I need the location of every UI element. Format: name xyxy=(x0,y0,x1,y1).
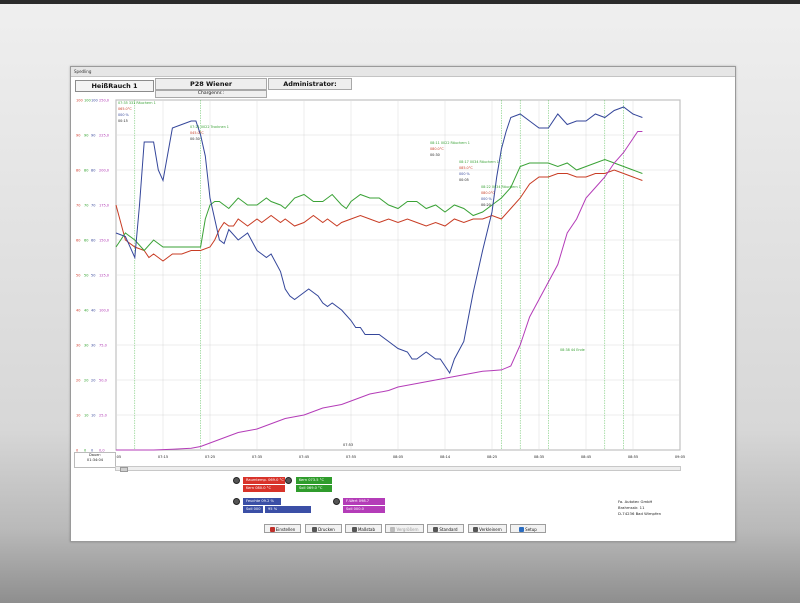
top-edge xyxy=(0,0,800,4)
indicator-toggle-button[interactable] xyxy=(233,477,240,484)
status-pill: Soll 000 % xyxy=(243,506,263,518)
button-icon xyxy=(519,527,525,532)
button-icon xyxy=(351,527,357,532)
company-city: D-74236 Bad Wimpfen xyxy=(618,511,662,516)
button-label: Drucken xyxy=(318,527,335,532)
button-icon xyxy=(390,527,396,532)
toolbar-button[interactable]: Setup xyxy=(510,524,546,533)
indicator-toggle-button[interactable] xyxy=(333,498,340,505)
status-pill: Kern 073.5 °C xyxy=(296,477,332,484)
toolbar-button[interactable]: Drucken xyxy=(305,524,342,533)
window-title-bar: Spedling xyxy=(71,67,735,77)
toolbar-button[interactable]: Verkleinern xyxy=(468,524,507,533)
button-icon xyxy=(269,527,275,532)
toolbar-button[interactable]: Standard xyxy=(427,524,464,533)
toolbar-button[interactable]: Vergrößern xyxy=(385,524,424,533)
button-label: Setup xyxy=(525,527,537,532)
button-icon xyxy=(433,527,439,532)
company-info: Fa. Autotec GmbH Brahmsstr. 11 D-74236 B… xyxy=(618,499,661,517)
duration-value: 01:34:04 xyxy=(86,458,104,462)
user-field[interactable]: Administrator: xyxy=(268,78,352,90)
button-label: Maßstab xyxy=(357,527,376,532)
indicator-toggle-button[interactable] xyxy=(285,477,292,484)
status-pill: Raumtemp. 069.0 °C xyxy=(243,477,285,484)
button-label: Verkleinern xyxy=(479,527,502,532)
scrollbar-thumb[interactable] xyxy=(120,467,128,472)
toolbar-button[interactable]: Einstellen xyxy=(264,524,301,533)
status-pill: Soll 069.0 °C xyxy=(296,485,332,492)
status-pill: Kern 080.0 °C xyxy=(243,485,285,492)
button-label: Standard xyxy=(439,527,458,532)
toolbar-button[interactable]: Maßstab xyxy=(345,524,382,533)
program-field: HeißRauch 1 xyxy=(75,80,154,92)
button-icon xyxy=(473,527,479,532)
duration-box: Dauer: 01:34:04 xyxy=(74,452,116,468)
batch-field: Chargennr.: xyxy=(155,90,267,98)
button-label: Einstellen xyxy=(275,527,296,532)
window-title: Spedling xyxy=(74,69,92,74)
status-pill: 95 % xyxy=(265,506,311,513)
time-scrollbar[interactable] xyxy=(115,466,681,472)
product-field: P28 Wiener xyxy=(155,78,267,90)
button-icon xyxy=(312,527,318,532)
status-pill: Feuchte 09.2 % xyxy=(243,498,281,505)
button-label: Vergrößern xyxy=(396,527,419,532)
indicator-toggle-button[interactable] xyxy=(233,498,240,505)
status-pill: F-Wert 098.7 xyxy=(343,498,385,505)
status-pill: Soll 000.0 xyxy=(343,506,385,513)
